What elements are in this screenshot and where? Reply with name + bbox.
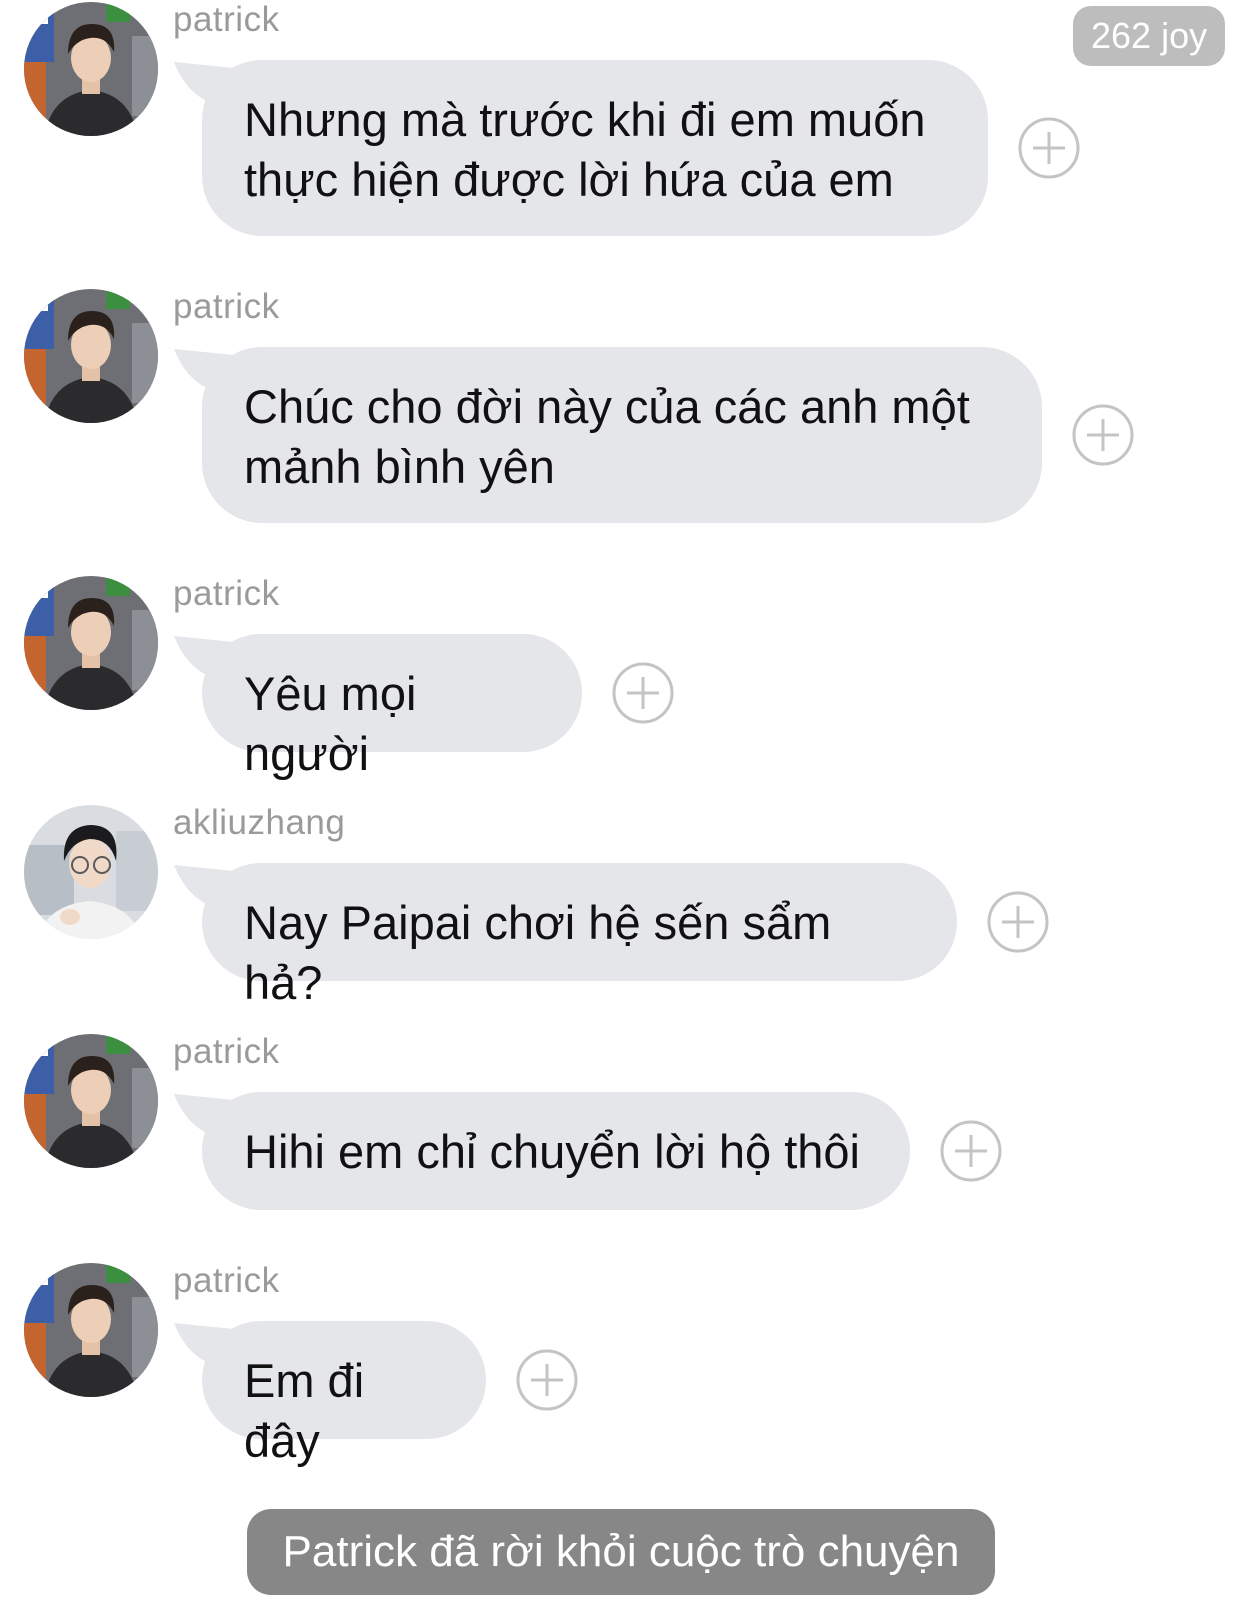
message-bubble[interactable]: Nay Paipai chơi hệ sến sẩm hả? <box>202 863 957 1009</box>
avatar[interactable] <box>24 805 158 939</box>
message-row: patrick Yêu mọi người <box>0 574 1242 780</box>
message-bubble[interactable]: Nhưng mà trước khi đi em muốn thực hiện … <box>202 60 988 236</box>
sender-name: patrick <box>173 287 280 326</box>
plus-circle-icon[interactable] <box>940 1120 1002 1182</box>
message-bubble[interactable]: Hihi em chỉ chuyển lời hộ thôi <box>202 1092 910 1210</box>
avatar[interactable] <box>24 1263 158 1397</box>
avatar[interactable] <box>24 289 158 423</box>
message-text: Em đi đây <box>244 1354 365 1467</box>
sender-name: patrick <box>173 1261 280 1300</box>
sender-name: patrick <box>173 574 280 613</box>
message-text: Nay Paipai chơi hệ sến sẩm hả? <box>244 896 832 1009</box>
message-text: Hihi em chỉ chuyển lời hộ thôi <box>244 1125 861 1178</box>
message-row: patrick Chúc cho đời này của các anh một… <box>0 287 1242 547</box>
plus-circle-icon[interactable] <box>1018 117 1080 179</box>
sender-name: patrick <box>173 1032 280 1071</box>
plus-circle-icon[interactable] <box>516 1349 578 1411</box>
message-row: patrick Hihi em chỉ chuyển lời hộ thôi <box>0 1032 1242 1232</box>
message-bubble[interactable]: Em đi đây <box>202 1321 486 1467</box>
system-notice: Patrick đã rời khỏi cuộc trò chuyện <box>247 1509 995 1595</box>
sender-name: akliuzhang <box>173 803 346 842</box>
message-bubble[interactable]: Yêu mọi người <box>202 634 582 780</box>
message-row: patrick Nhưng mà trước khi đi em muốn th… <box>0 0 1242 260</box>
plus-circle-icon[interactable] <box>1072 404 1134 466</box>
message-bubble[interactable]: Chúc cho đời này của các anh một mảnh bì… <box>202 347 1042 523</box>
avatar[interactable] <box>24 1034 158 1168</box>
plus-circle-icon[interactable] <box>612 662 674 724</box>
message-text: Yêu mọi người <box>244 667 417 780</box>
message-text: Chúc cho đời này của các anh một mảnh bì… <box>244 380 970 493</box>
message-row: patrick Em đi đây <box>0 1261 1242 1467</box>
message-row: akliuzhang Nay Paipai chơi hệ sến sẩm hả… <box>0 803 1242 1009</box>
sender-name: patrick <box>173 0 280 39</box>
avatar[interactable] <box>24 2 158 136</box>
plus-circle-icon[interactable] <box>987 891 1049 953</box>
avatar[interactable] <box>24 576 158 710</box>
message-text: Nhưng mà trước khi đi em muốn thực hiện … <box>244 93 926 206</box>
